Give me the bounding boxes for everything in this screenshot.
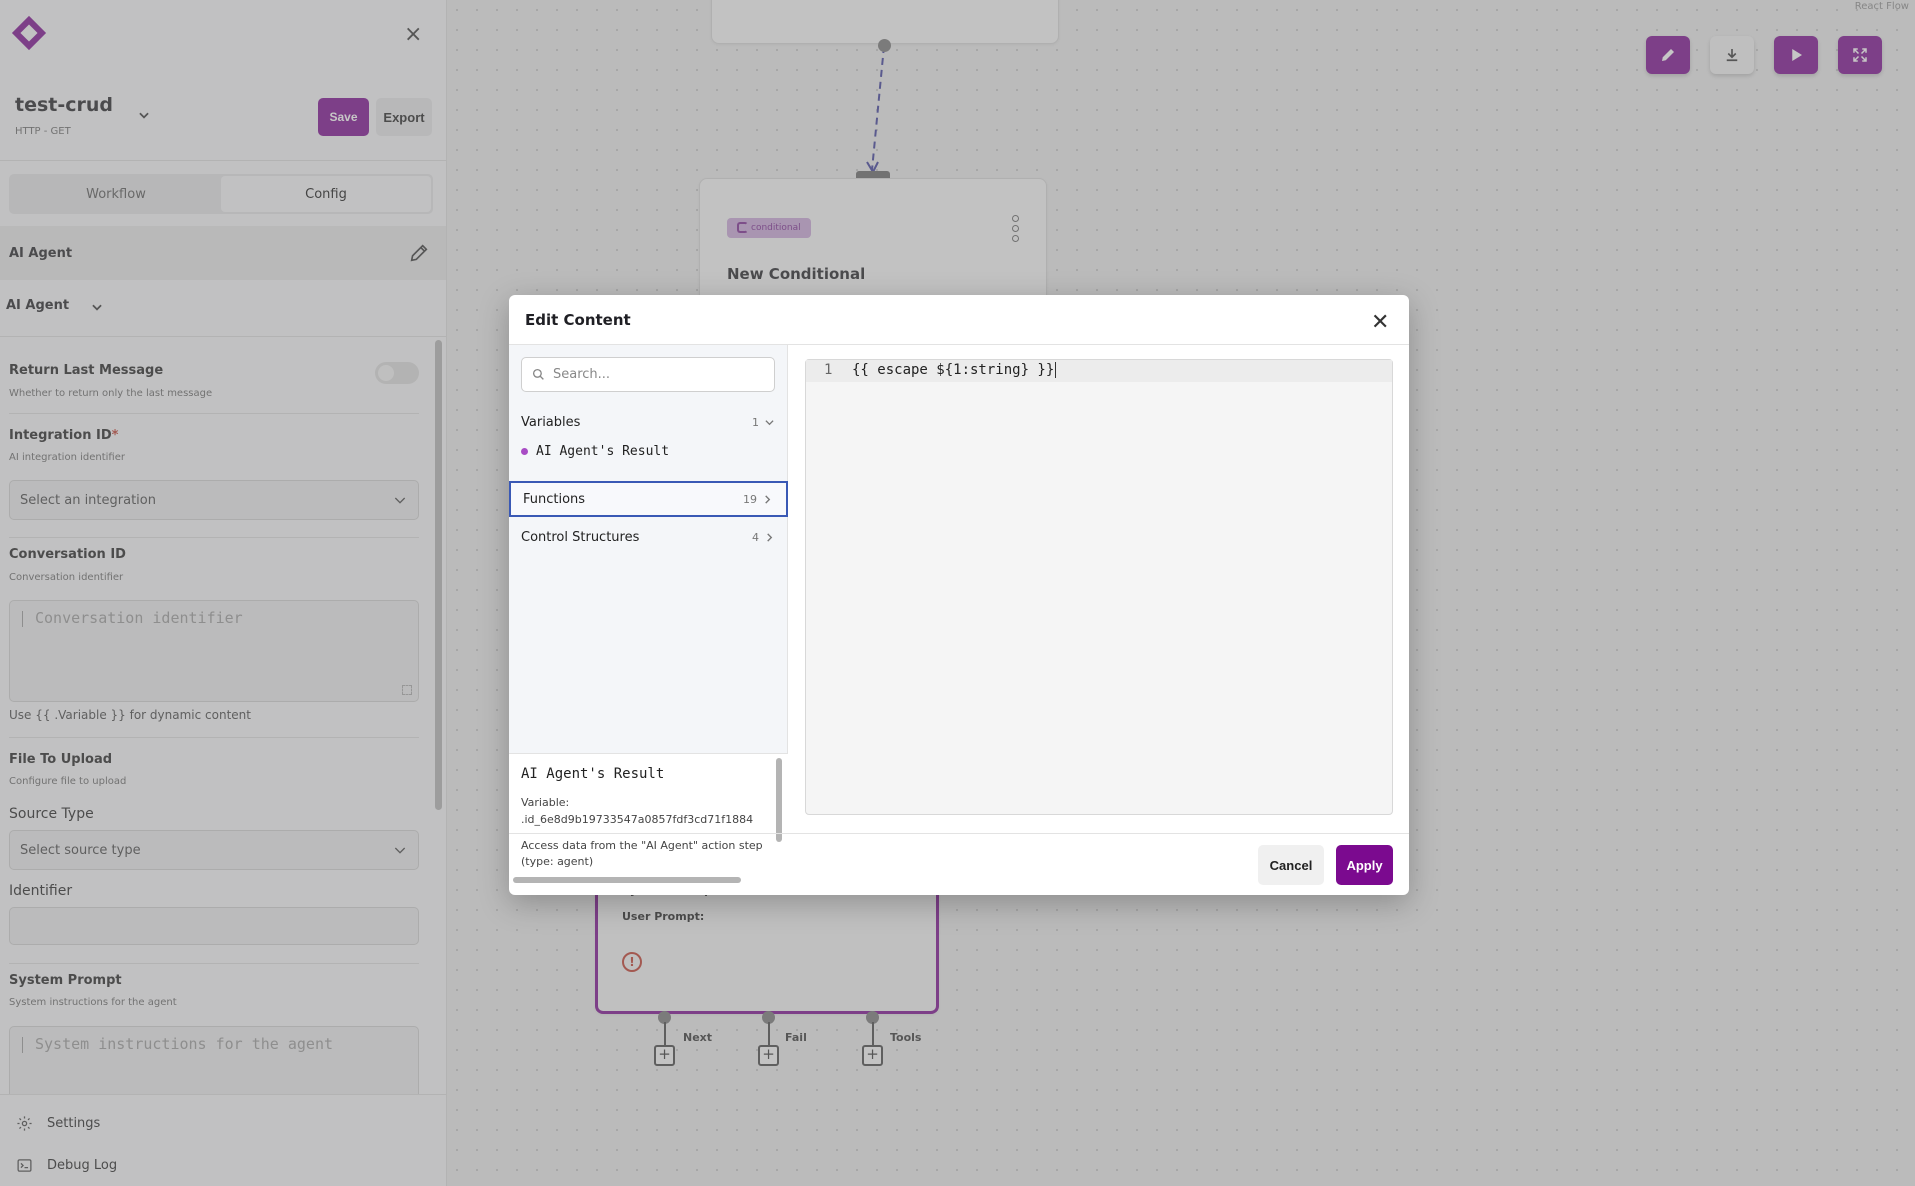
text-cursor — [1055, 362, 1057, 378]
item-detail-pane: AI Agent's Result Variable: .id_6e8d9b19… — [509, 753, 788, 883]
template-browser: Search... Variables 1 AI Agent's Result … — [509, 345, 788, 883]
detail-horizontal-scrollbar[interactable] — [513, 877, 741, 883]
category-variables[interactable]: Variables 1 — [509, 404, 788, 440]
line-number: 1 — [824, 362, 833, 378]
category-count: 1 — [752, 415, 759, 429]
modal-title: Edit Content — [525, 311, 631, 329]
search-icon — [532, 368, 544, 380]
category-functions[interactable]: Functions 19 — [509, 481, 788, 517]
detail-variable-path: .id_6e8d9b19733547a0857fdf3cd71f1884 — [521, 813, 754, 826]
cancel-button[interactable]: Cancel — [1258, 845, 1324, 885]
code-line[interactable]: {{ escape ${1:string} }} — [852, 362, 1057, 378]
category-count: 19 — [743, 492, 757, 506]
chevron-down-icon — [765, 419, 774, 425]
apply-button[interactable]: Apply — [1336, 845, 1393, 885]
close-modal-icon[interactable]: ✕ — [1371, 310, 1389, 335]
category-control-structures[interactable]: Control Structures 4 — [509, 519, 788, 555]
category-count: 4 — [752, 530, 759, 544]
detail-vertical-scrollbar[interactable] — [776, 758, 782, 842]
code-editor[interactable]: 1 {{ escape ${1:string} }} — [805, 359, 1393, 815]
detail-variable-label: Variable: — [521, 796, 570, 809]
chevron-right-icon — [767, 532, 773, 542]
detail-description: Access data from the "AI Agent" action s… — [521, 839, 763, 868]
template-search-input[interactable]: Search... — [521, 357, 775, 392]
divider — [509, 833, 1409, 834]
detail-title: AI Agent's Result — [521, 766, 665, 782]
chevron-right-icon — [765, 494, 771, 504]
variable-item[interactable]: AI Agent's Result — [521, 444, 669, 459]
edit-content-modal: Edit Content ✕ Search... Variables 1 AI … — [509, 295, 1409, 895]
variable-dot-icon — [521, 448, 528, 455]
